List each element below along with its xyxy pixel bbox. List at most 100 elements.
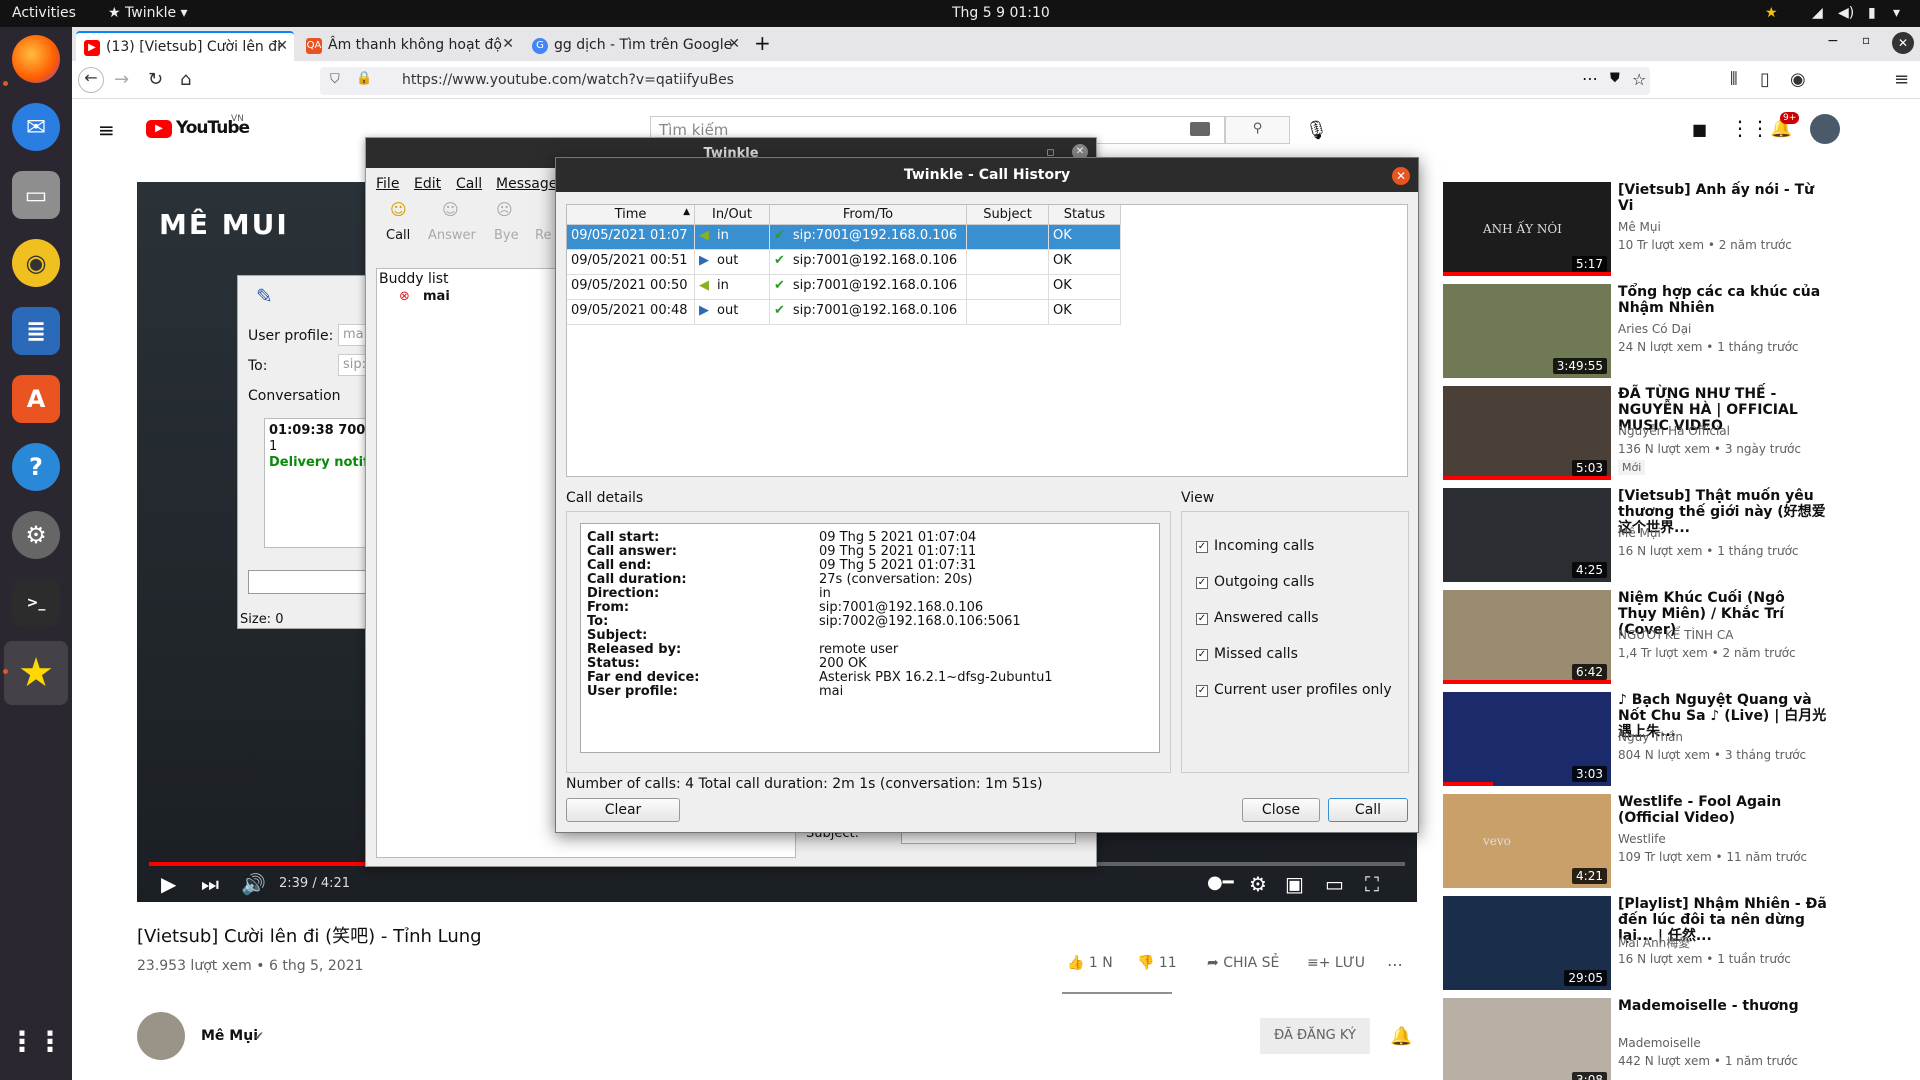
files-icon[interactable]: ▭ xyxy=(12,171,60,219)
url-bar[interactable]: ⛉ 🔒 https://www.youtube.com/watch?v=qati… xyxy=(320,67,1650,95)
video-thumbnail[interactable]: 3:49:55 xyxy=(1443,284,1611,378)
account-icon[interactable]: ◉ xyxy=(1790,69,1806,90)
voice-search-icon[interactable]: 🎙 xyxy=(1305,120,1328,141)
col-header-status[interactable]: Status xyxy=(1049,205,1121,225)
user-avatar[interactable] xyxy=(1810,114,1840,144)
software-center-icon[interactable]: A xyxy=(12,375,60,423)
close-tab-icon[interactable]: ✕ xyxy=(276,38,288,54)
close-tab-icon[interactable]: ✕ xyxy=(728,36,740,52)
home-icon[interactable]: ⌂ xyxy=(180,69,191,90)
recommendation-item[interactable]: 4:25 [Vietsub] Thật muốn yêu thương thế g… xyxy=(1443,488,1903,582)
recommendation-channel[interactable]: Aries Có Dại xyxy=(1618,322,1691,336)
library-icon[interactable]: ⫴ xyxy=(1730,69,1738,90)
checkbox[interactable]: ✓ xyxy=(1196,577,1208,589)
reload-icon[interactable]: ↻ xyxy=(148,69,163,90)
menu-file[interactable]: File xyxy=(376,176,399,192)
checkbox-label[interactable]: Outgoing calls xyxy=(1214,574,1314,590)
col-header-time[interactable]: Time ▲ xyxy=(567,205,695,225)
checkbox[interactable]: ✓ xyxy=(1196,541,1208,553)
dislike-button[interactable]: 👎 11 xyxy=(1137,955,1177,971)
recommendation-item[interactable]: 3:49:55 Tổng hợp các ca khúc của Nhậm Nhi… xyxy=(1443,284,1903,378)
subscribed-button[interactable]: ĐÃ ĐĂNG KÝ xyxy=(1260,1018,1370,1054)
toolbar-call[interactable]: Call xyxy=(386,228,410,243)
create-video-icon[interactable]: ■ xyxy=(1692,120,1707,139)
apps-grid-icon[interactable]: ⋮⋮ xyxy=(1730,116,1770,140)
volume-icon[interactable]: 🔊 xyxy=(241,872,266,896)
call-button[interactable]: Call xyxy=(1328,798,1408,822)
table-row[interactable]: 09/05/2021 00:50 ◀ in ✔ sip:7001@192.168.0.1… xyxy=(567,275,1121,300)
close-tab-icon[interactable]: ✕ xyxy=(502,36,514,52)
forward-icon[interactable]: → xyxy=(114,69,129,90)
close-window-icon[interactable]: ✕ xyxy=(1892,32,1914,54)
wifi-icon[interactable]: ◢ xyxy=(1812,5,1823,21)
recommendation-item[interactable]: vevo 4:21 Westlife - Fool Again (Official … xyxy=(1443,794,1903,888)
hamburger-menu-icon[interactable]: ≡ xyxy=(98,118,115,142)
shield-icon[interactable]: ⛉ xyxy=(330,72,340,87)
video-thumbnail[interactable]: ANH ẤY NÓI 5:17 xyxy=(1443,182,1611,276)
to-field[interactable]: sip: xyxy=(338,354,368,376)
video-thumbnail[interactable]: 3:08 xyxy=(1443,998,1611,1080)
call-icon[interactable]: ☺ xyxy=(390,200,407,219)
settings-icon[interactable]: ⚙ xyxy=(12,511,60,559)
menu-call[interactable]: Call xyxy=(456,176,482,192)
autoplay-toggle[interactable]: ●━ xyxy=(1207,872,1234,893)
video-thumbnail[interactable]: 6:42 xyxy=(1443,590,1611,684)
table-row[interactable]: 09/05/2021 01:07 ◀ in ✔ sip:7001@192.168.0.1… xyxy=(567,225,1121,250)
clear-button[interactable]: Clear xyxy=(566,798,680,822)
like-button[interactable]: 👍 1 N xyxy=(1067,955,1113,971)
recommendation-channel[interactable]: NGƯỜI KỂ TÌNH CA xyxy=(1618,628,1733,642)
col-header-fromto[interactable]: From/To xyxy=(770,205,967,225)
recommendation-title[interactable]: [Vietsub] Anh ấy nói - Từ Vi xyxy=(1618,182,1828,214)
star-icon[interactable]: ★ xyxy=(1765,5,1778,21)
channel-name[interactable]: Mê Mụi xyxy=(201,1028,258,1044)
new-tab-button[interactable]: + xyxy=(754,31,771,55)
recommendation-channel[interactable]: Mê Mụi xyxy=(1618,526,1661,540)
recommendation-item[interactable]: 6:42 Niệm Khúc Cuối (Ngô Thụy Miên) / Khắ… xyxy=(1443,590,1903,684)
twinkle-icon[interactable]: ★ xyxy=(12,649,60,697)
recommendation-channel[interactable]: Nguyễn Hà Official xyxy=(1618,424,1730,438)
checkbox[interactable]: ✓ xyxy=(1196,649,1208,661)
table-row[interactable]: 09/05/2021 00:51 ▶ out ✔ sip:7001@192.168.0.… xyxy=(567,250,1121,275)
user-profile-field[interactable]: ma xyxy=(338,324,368,346)
more-actions-icon[interactable]: ⋯ xyxy=(1387,955,1403,974)
play-icon[interactable]: ▶ xyxy=(161,872,176,896)
recommendation-channel[interactable]: Nguy Thần xyxy=(1618,730,1683,744)
recommendation-item[interactable]: 29:05 [Playlist] Nhậm Nhiên - Đã đến lúc … xyxy=(1443,896,1903,990)
minimize-icon[interactable]: − xyxy=(1827,33,1839,49)
checkbox[interactable]: ✓ xyxy=(1196,685,1208,697)
youtube-logo-icon[interactable]: ▶ xyxy=(146,120,172,138)
recommendation-item[interactable]: 3:03 ♪ Bạch Nguyệt Quang và Nốt Chu Sa ♪ … xyxy=(1443,692,1903,786)
page-actions-icon[interactable]: ⋯ xyxy=(1582,69,1598,88)
clock[interactable]: Thg 5 9 01:10 xyxy=(952,5,1050,21)
checkbox-label[interactable]: Incoming calls xyxy=(1214,538,1314,554)
attach-icon[interactable]: ✎ xyxy=(256,284,273,308)
menu-message[interactable]: Message xyxy=(496,176,557,192)
terminal-icon[interactable]: >_ xyxy=(12,579,60,627)
recommendation-item[interactable]: 3:08 Mademoiselle - thương Mademoiselle 442… xyxy=(1443,998,1903,1080)
close-button[interactable]: Close xyxy=(1242,798,1320,822)
table-row[interactable]: 09/05/2021 00:48 ▶ out ✔ sip:7001@192.168.0.… xyxy=(567,300,1121,325)
bookmark-star-icon[interactable]: ☆ xyxy=(1632,70,1646,89)
share-button[interactable]: ➦ CHIA SẺ xyxy=(1207,955,1279,971)
firefox-icon[interactable] xyxy=(12,35,60,83)
save-button[interactable]: ≡+ LƯU xyxy=(1307,955,1365,971)
battery-icon[interactable]: ▮ xyxy=(1868,5,1876,21)
sidebar-icon[interactable]: ▯ xyxy=(1760,69,1770,90)
activities-button[interactable]: Activities xyxy=(12,5,76,21)
system-menu-arrow-icon[interactable]: ▾ xyxy=(1893,5,1900,21)
menu-icon[interactable]: ≡ xyxy=(1894,69,1909,90)
thunderbird-icon[interactable]: ✉ xyxy=(12,103,60,151)
recommendation-title[interactable]: Tổng hợp các ca khúc của Nhậm Nhiên xyxy=(1618,284,1828,316)
maximize-icon[interactable]: ▫ xyxy=(1862,33,1870,47)
video-thumbnail[interactable]: vevo 4:21 xyxy=(1443,794,1611,888)
col-header-subject[interactable]: Subject xyxy=(967,205,1049,225)
recommendation-channel[interactable]: Mai Anh梅愛 xyxy=(1618,934,1690,951)
recommendation-channel[interactable]: Westlife xyxy=(1618,832,1666,846)
channel-bell-icon[interactable]: 🔔 xyxy=(1390,1026,1412,1047)
buddy-item[interactable]: mai xyxy=(423,289,450,304)
miniplayer-icon[interactable]: ▣ xyxy=(1285,872,1304,896)
col-header-inout[interactable]: In/Out xyxy=(695,205,770,225)
settings-gear-icon[interactable]: ⚙ xyxy=(1249,872,1267,896)
volume-icon[interactable]: ◀) xyxy=(1838,5,1854,21)
help-icon[interactable]: ? xyxy=(12,443,60,491)
